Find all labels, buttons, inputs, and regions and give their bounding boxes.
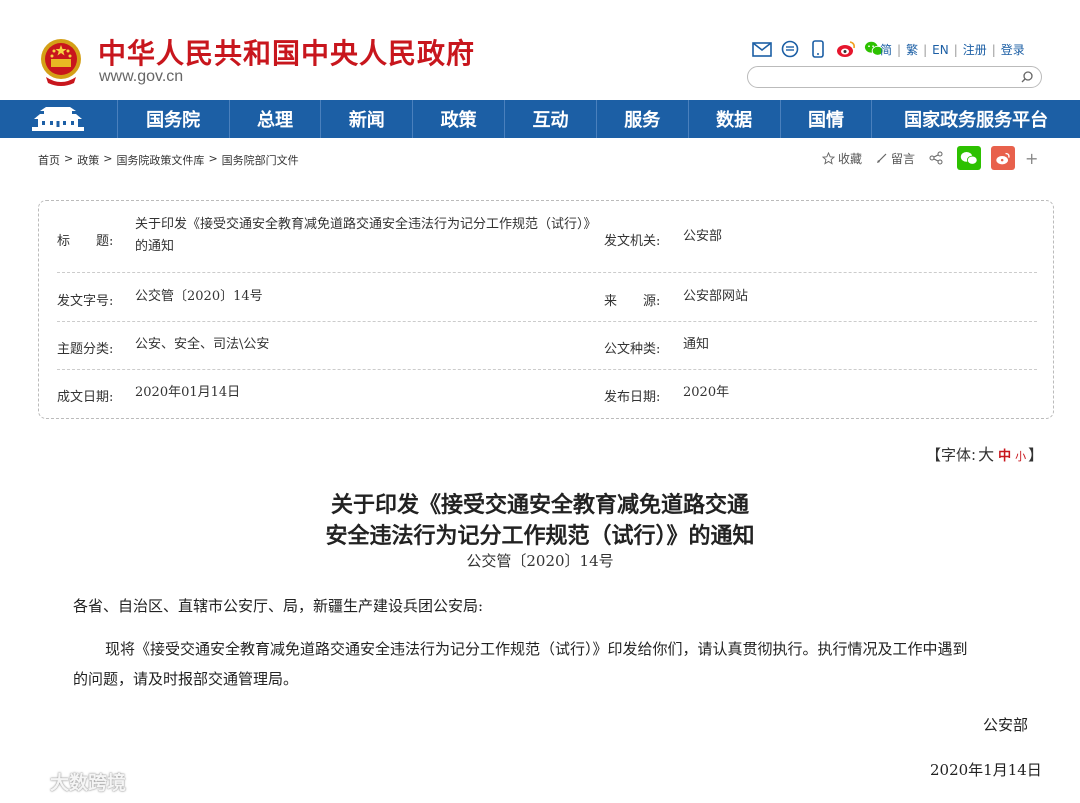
source-label: 来 源: [604,294,661,309]
search-icon[interactable] [1019,69,1035,85]
comment-label: 留言 [891,151,916,166]
nav-item-gov-service-platform[interactable]: 国家政务服务平台 [872,100,1080,138]
date-value: 2020年01月14日 [135,385,241,400]
nav-item-state-council[interactable]: 国务院 [118,100,230,138]
nav-home[interactable] [0,100,118,138]
font-small-button[interactable]: 小 [1015,448,1026,464]
type-value: 通知 [683,337,710,352]
topic-label: 主题分类: [57,342,114,357]
breadcrumb-home[interactable]: 首页 [38,152,60,168]
share-bar: 收藏 留言 + [822,146,1038,170]
issuer-value: 公安部 [683,229,723,244]
link-simplified[interactable]: 简 [880,41,892,58]
share-icon [929,151,943,165]
docno-label: 发文字号: [57,294,114,309]
more-share-button[interactable]: + [1025,149,1038,168]
info-row-date: 成文日期: 2020年01月14日 发布日期: 2020年 [57,370,1037,418]
watermark-text: 大数跨境 [50,772,127,794]
document-info-box: 标 题: 关于印发《接受交通安全教育减免道路交通安全违法行为记分工作规范（试行）… [38,200,1054,419]
separator: | [991,42,996,57]
breadcrumb-separator: > [208,152,218,165]
mobile-icon[interactable] [808,40,828,58]
search-input[interactable] [758,68,1018,88]
wechat-icon [960,151,978,165]
font-ctrl-suffix: 】 [1028,446,1044,464]
comment-button[interactable]: 留言 [876,150,915,167]
title-value: 关于印发《接受交通安全教育减免道路交通安全违法行为记分工作规范（试行）》的通知 [135,217,591,254]
font-medium-button[interactable]: 中 [998,445,1011,464]
nav-item-data[interactable]: 数据 [689,100,781,138]
font-ctrl-prefix: 【字体: [926,446,977,464]
link-english[interactable]: EN [932,43,949,57]
favorite-button[interactable]: 收藏 [822,150,862,167]
topic-value: 公安、安全、司法\公安 [135,337,270,352]
link-traditional[interactable]: 繁 [906,41,918,58]
source-value: 公安部网站 [683,289,749,304]
nav-item-national-info[interactable]: 国情 [781,100,873,138]
breadcrumb-separator: > [103,152,113,165]
info-row-docno: 发文字号: 公交管〔2020〕14号 来 源: 公安部网站 [57,273,1037,322]
font-large-button[interactable]: 大 [978,441,994,465]
info-row-topic: 主题分类: 公安、安全、司法\公安 公文种类: 通知 [57,322,1037,370]
link-register[interactable]: 注册 [963,41,987,58]
top-icon-bar [752,40,884,58]
font-size-control: 【字体: 大 中 小 】 [926,441,1043,465]
breadcrumb-department-docs[interactable]: 国务院部门文件 [222,152,299,168]
publish-label: 发布日期: [604,390,661,405]
breadcrumb-policy-library[interactable]: 国务院政策文件库 [116,152,204,168]
share-weibo-button[interactable] [991,146,1016,170]
national-emblem-icon[interactable] [38,37,84,87]
site-header: 中华人民共和国中央人民政府 www.gov.cn 简 | 繁 | EN | 注册… [0,0,1080,100]
weibo-icon[interactable] [836,40,856,58]
article-salutation: 各省、自治区、直辖市公安厅、局，新疆生产建设兵团公安局: [73,597,484,615]
publish-value: 2020年 [683,385,730,400]
article-title-line-2: 安全违法行为记分工作规范（试行）》的通知 [325,523,755,549]
article-title-line-1: 关于印发《接受交通安全教育减免道路交通 [330,492,749,518]
breadcrumb-separator: > [64,152,74,165]
separator: | [897,42,902,57]
article-doc-number: 公交管〔2020〕14号 [466,552,614,570]
top-links: 简 | 繁 | EN | 注册 | 登录 [880,41,1025,58]
site-url[interactable]: www.gov.cn [99,68,183,86]
nav-item-news[interactable]: 新闻 [321,100,414,138]
info-row-title: 标 题: 关于印发《接受交通安全教育减免道路交通安全违法行为记分工作规范（试行）… [57,201,1037,273]
weibo-icon [996,152,1010,164]
pen-icon [877,153,887,163]
nav-item-policy[interactable]: 政策 [413,100,506,138]
nav-item-service[interactable]: 服务 [597,100,689,138]
separator: | [953,42,958,57]
star-icon [822,151,835,165]
separator: | [923,42,928,57]
site-title[interactable]: 中华人民共和国中央人民政府 [98,32,475,72]
date-label: 成文日期: [57,390,114,405]
watermark-logo-icon [10,772,47,789]
link-login[interactable]: 登录 [1001,41,1025,58]
nav-item-interaction[interactable]: 互动 [505,100,597,138]
search-box [747,66,1042,88]
article-body-line-2: 的问题，请及时报部交通管理局。 [73,670,299,688]
watermark: 大数跨境 [8,768,126,795]
breadcrumb-policy[interactable]: 政策 [77,152,99,168]
chat-icon[interactable] [780,40,800,58]
issuer-label: 发文机关: [604,234,661,249]
article-sign-date: 2020年1月14日 [930,761,1042,779]
tiananmen-icon [32,107,85,131]
favorite-label: 收藏 [838,151,863,166]
main-nav: 国务院 总理 新闻 政策 互动 服务 数据 国情 国家政务服务平台 [0,100,1080,138]
article-body-line-1: 现将《接受交通安全教育减免道路交通安全违法行为记分工作规范（试行）》印发给你们，… [105,640,968,658]
mail-icon[interactable] [752,40,772,58]
type-label: 公文种类: [604,342,661,357]
share-button[interactable] [929,151,943,165]
article-signer: 公安部 [983,716,1029,734]
nav-item-premier[interactable]: 总理 [230,100,322,138]
share-wechat-button[interactable] [957,146,982,170]
docno-value: 公交管〔2020〕14号 [135,289,263,304]
breadcrumb: 首页 > 政策 > 国务院政策文件库 > 国务院部门文件 [38,152,299,168]
title-label: 标 题: [57,234,114,249]
